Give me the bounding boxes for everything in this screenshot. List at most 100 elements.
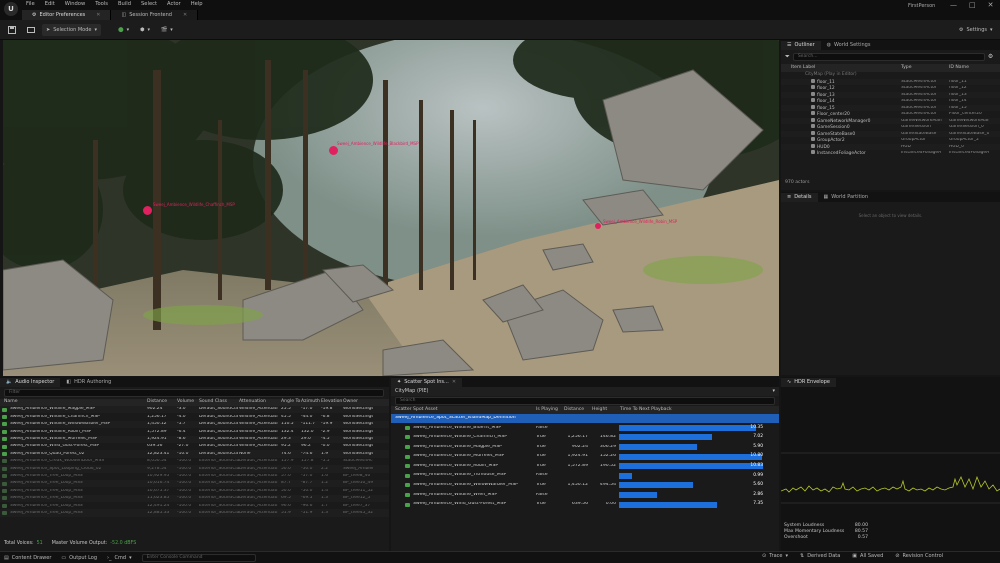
add-actor-icon[interactable]: ⬤ ▾: [114, 24, 133, 36]
close-icon[interactable]: ✕: [452, 380, 456, 385]
scatter-spot-row[interactable]: Sweej_Ambience_Wildlife_Chaffinch_MSP Tru…: [391, 433, 779, 443]
scatter-spot-row[interactable]: Sweej_Ambience_Wildlife_Wren_MSP False: [391, 490, 779, 500]
menu-help[interactable]: Help: [191, 2, 203, 7]
audio-voice-row[interactable]: Sweej_Ambience_Tree_Loop_MSS 10,929.95 -10…: [0, 473, 389, 480]
filter-icon[interactable]: ⏷: [785, 54, 790, 60]
settings-icon[interactable]: ⚙: [988, 54, 993, 60]
close-icon[interactable]: ✕: [96, 12, 100, 18]
maximize-icon[interactable]: □: [969, 2, 976, 9]
cinematics-icon[interactable]: 🎬 ▾: [157, 24, 177, 36]
revision-control-button[interactable]: ⊘ Revision Control: [895, 554, 943, 559]
output-log-button[interactable]: ▭ Output Log: [61, 555, 97, 561]
voice-vol: -4.0: [177, 414, 186, 419]
audio-voice-row[interactable]: Sweej_Ambience_Tree_Loop_MSS 10,616.74 -10…: [0, 479, 389, 488]
audio-voice-row[interactable]: Sweej_Ambience_Wildlife_Murrelet_MSP 1,92…: [0, 435, 389, 443]
tab-outliner[interactable]: ☰ Outliner: [781, 41, 821, 50]
column-sound-class[interactable]: Sound Class: [199, 400, 239, 405]
column-name[interactable]: Name: [0, 400, 147, 405]
audio-voice-row[interactable]: Sweej_Ambience_Wildlife_Robin_MSP 1,572.8…: [0, 428, 389, 435]
column-id-name[interactable]: ID Name: [949, 65, 989, 71]
column-azimuth[interactable]: Azimuth: [301, 400, 321, 405]
row-type: StaticMeshActor: [901, 79, 937, 84]
tab-world-settings[interactable]: ◍ World Settings: [821, 41, 877, 50]
close-icon[interactable]: ✕: [183, 12, 187, 18]
audio-voice-row[interactable]: Sweej_Ambience_Tree_Loop_MSS 12,491.24 -10…: [0, 502, 389, 509]
tab-hdr-authoring[interactable]: ◧ HDR Authoring: [60, 378, 117, 387]
all-saved-button[interactable]: ▣ All Saved: [852, 554, 883, 559]
audio-voice-row[interactable]: Sweej_Ambience_Wind_Gust-Forest_MSP 639.5…: [0, 443, 389, 450]
column-time-to-next[interactable]: Time To Next Playback: [620, 407, 720, 413]
hdr-icon: ◧: [66, 379, 72, 385]
audio-voice-row[interactable]: Sweej_Ambience_Wildlife_Chaffinch_MSP 1,2…: [0, 413, 389, 420]
minimize-icon[interactable]: —: [950, 2, 957, 9]
spot-distance: 1,572.89: [567, 463, 588, 468]
menu-select[interactable]: Select: [141, 2, 157, 7]
tab-details[interactable]: ≡ Details: [781, 193, 818, 202]
column-attenuation[interactable]: Attenuation: [239, 400, 281, 405]
save-icon[interactable]: [4, 24, 20, 36]
emitter-label: Sweej_Ambience_Wildlife_Chaffinch_MSP: [153, 202, 235, 207]
column-distance[interactable]: Distance: [564, 407, 592, 413]
column-asset[interactable]: Scatter Spot Asset: [391, 407, 536, 413]
world-selector[interactable]: CityMap (PIE) ▾: [391, 387, 779, 396]
column-angle[interactable]: Angle To: [281, 400, 301, 405]
tab-editor-preferences[interactable]: ⚙ Editor Preferences ✕: [22, 10, 112, 20]
sound-emitter-marker[interactable]: [329, 146, 338, 155]
menu-build[interactable]: Build: [118, 2, 131, 7]
audio-filter-input[interactable]: Filter: [4, 389, 384, 397]
menu-edit[interactable]: Edit: [45, 2, 55, 7]
level-viewport[interactable]: Sweej_Ambience_Wildlife_Blackbird_MSP Sw…: [3, 40, 779, 376]
cmd-dropdown[interactable]: ›_ Cmd ▾: [107, 555, 132, 561]
trace-button[interactable]: ⊙ Trace ▾: [762, 554, 788, 559]
menu-actor[interactable]: Actor: [167, 2, 181, 7]
content-icon[interactable]: [23, 24, 39, 36]
outliner-row[interactable]: InstancedFoliageActor InstancedFoliageA In…: [781, 150, 1000, 157]
close-window-icon[interactable]: ✕: [988, 2, 994, 9]
outliner-search-input[interactable]: Search...: [792, 53, 985, 61]
column-owner[interactable]: Owner: [343, 400, 373, 405]
tab-hdr-envelope[interactable]: ∿ HDR Envelope: [781, 378, 836, 387]
column-volume[interactable]: Volume: [177, 400, 199, 405]
selection-mode-dropdown[interactable]: ➤ Selection Mode ▾: [42, 24, 101, 36]
settings-button[interactable]: ⚙ Settings ▾: [955, 24, 997, 36]
column-elevation[interactable]: Elevation: [321, 400, 343, 405]
column-height[interactable]: Height: [592, 407, 620, 413]
audio-voice-row[interactable]: Sweej_Ambience_Quad_Forest_02 12,823.41 -1…: [0, 450, 389, 458]
audio-voice-row[interactable]: Sweej_Ambience_Spot_Looping_Cloud_02 9,27…: [0, 465, 389, 473]
tab-world-partition[interactable]: ▦ World Partition: [818, 193, 875, 202]
derived-data-button[interactable]: ⇅ Derived Data: [800, 554, 840, 559]
scatter-spot-row[interactable]: Sweej_Ambience_Wildlife_WillowWarbler_MS…: [391, 481, 779, 491]
scatter-search-input[interactable]: Search: [395, 397, 775, 405]
scatter-spot-row[interactable]: Sweej_Ambience_Wildlife_Titmouse_MSP Fals…: [391, 471, 779, 481]
blueprint-icon[interactable]: ⬢ ▾: [136, 24, 154, 36]
audio-voice-row[interactable]: Sweej_Ambience_Tree_Loop_MSS 10,675.37 -10…: [0, 487, 389, 494]
audio-voice-row[interactable]: Sweej_Ambience_Tree_Loop_MSS 11,623.85 -10…: [0, 494, 389, 503]
trace-icon: ⊙: [762, 553, 767, 559]
column-type[interactable]: Type: [901, 65, 949, 71]
sound-emitter-marker[interactable]: [143, 206, 152, 215]
scatter-spot-row[interactable]: Sweej_Ambience_Wind_Gust-Forest_MSP True 6…: [391, 500, 779, 510]
menu-window[interactable]: Window: [65, 2, 85, 7]
tab-audio-inspector[interactable]: 🔈 Audio Inspector: [0, 378, 61, 387]
time-to-next-value: 5.60: [753, 482, 763, 488]
sound-emitter-marker[interactable]: [595, 223, 601, 229]
content-drawer-button[interactable]: ▤ Content Drawer: [4, 555, 51, 561]
menu-tools[interactable]: Tools: [95, 2, 108, 7]
menu-file[interactable]: File: [26, 2, 35, 7]
scatter-definition-row[interactable]: Sweej_Ambience_Spot_Scatter_IslandMap_De…: [391, 414, 779, 423]
revision-control-icon: ⊘: [895, 553, 900, 559]
audio-voice-row[interactable]: Sweej_Ambience_Creak_WoodenDoor_MSS 8,050…: [0, 458, 389, 465]
tab-label: Outliner: [794, 42, 815, 48]
scatter-spot-row[interactable]: Sweej_Ambience_Wildlife_Magpie_MSP True 90…: [391, 442, 779, 452]
audio-voice-row[interactable]: Sweej_Ambience_Wildlife_WillowWarbler_MS…: [0, 420, 389, 429]
audio-voice-row[interactable]: Sweej_Ambience_Wildlife_Magpie_MSP 902.24…: [0, 406, 389, 414]
column-distance[interactable]: Distance: [147, 400, 177, 405]
column-item-label[interactable]: Item Label: [781, 65, 901, 71]
tab-session-frontend[interactable]: ◫ Session Frontend ✕: [111, 10, 199, 20]
column-is-playing[interactable]: Is Playing: [536, 407, 564, 413]
tab-scatter-spot[interactable]: ✦ Scatter Spot Ins... ✕: [391, 378, 463, 387]
unreal-logo-icon[interactable]: U: [4, 2, 18, 16]
console-command-input[interactable]: Enter Console Command: [141, 554, 256, 562]
actor-icon: [811, 117, 815, 122]
audio-voice-row[interactable]: Sweej_Ambience_Tree_Loop_MSS 12,885.33 -10…: [0, 509, 389, 517]
